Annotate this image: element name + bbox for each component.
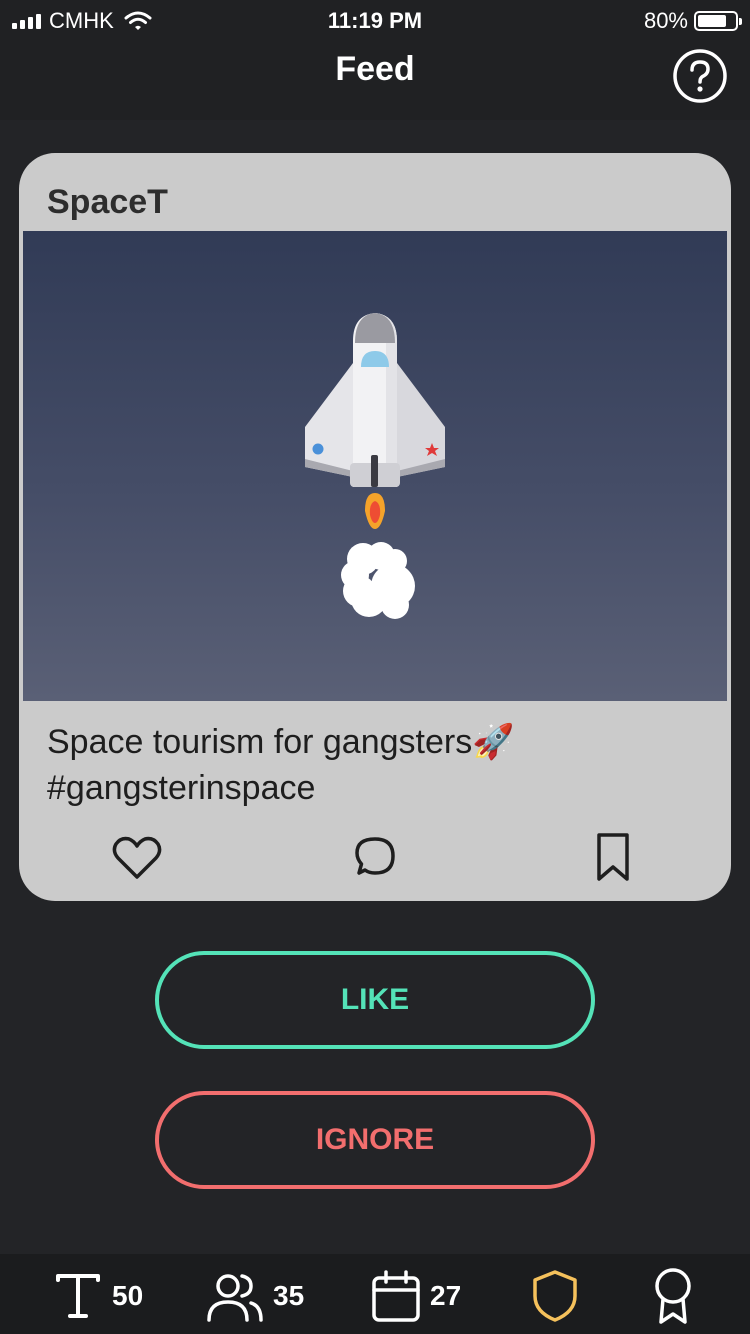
like-button[interactable]: LIKE xyxy=(155,951,595,1049)
post-author: SpaceT xyxy=(47,183,168,221)
bookmark-icon xyxy=(597,833,629,881)
tab-text-count: 50 xyxy=(112,1280,144,1311)
comment-action[interactable] xyxy=(347,829,403,885)
tab-users[interactable]: 35 xyxy=(205,1266,304,1326)
tab-calendar-count: 27 xyxy=(430,1280,462,1311)
tab-text[interactable]: 50 xyxy=(52,1266,143,1326)
status-bar: CMHK 11:19 PM 80% xyxy=(0,0,750,40)
page-title: Feed xyxy=(335,50,415,88)
heart-icon xyxy=(112,836,162,879)
tab-shield[interactable] xyxy=(529,1266,581,1326)
nav-bar: Feed xyxy=(0,40,750,120)
rocket-launch-illustration xyxy=(305,313,445,619)
status-time: 11:19 PM xyxy=(327,8,423,33)
status-right: 80% xyxy=(643,8,742,34)
award-icon xyxy=(655,1268,691,1324)
users-icon xyxy=(207,1274,263,1322)
post-caption: Space tourism for gangsters🚀 #gangsterin… xyxy=(47,723,515,807)
calendar-icon xyxy=(372,1270,420,1322)
help-button[interactable] xyxy=(672,48,728,104)
tab-bar: 50 35 27 xyxy=(0,1254,750,1334)
like-action[interactable] xyxy=(109,829,165,885)
tab-calendar[interactable]: 27 xyxy=(370,1266,461,1326)
question-circle-icon xyxy=(673,49,727,103)
ignore-button[interactable]: IGNORE xyxy=(155,1091,595,1189)
battery-icon xyxy=(694,11,742,31)
text-icon xyxy=(56,1274,100,1318)
battery-percent: 80% xyxy=(643,8,688,33)
shield-icon xyxy=(533,1270,577,1322)
tab-users-count: 35 xyxy=(273,1280,305,1311)
post-image[interactable] xyxy=(23,231,727,701)
comment-icon xyxy=(355,837,395,875)
post-card[interactable]: SpaceT Space tourism for gangsters🚀 #gan… xyxy=(19,153,731,901)
bookmark-action[interactable] xyxy=(585,829,641,885)
tab-award[interactable] xyxy=(647,1266,699,1326)
